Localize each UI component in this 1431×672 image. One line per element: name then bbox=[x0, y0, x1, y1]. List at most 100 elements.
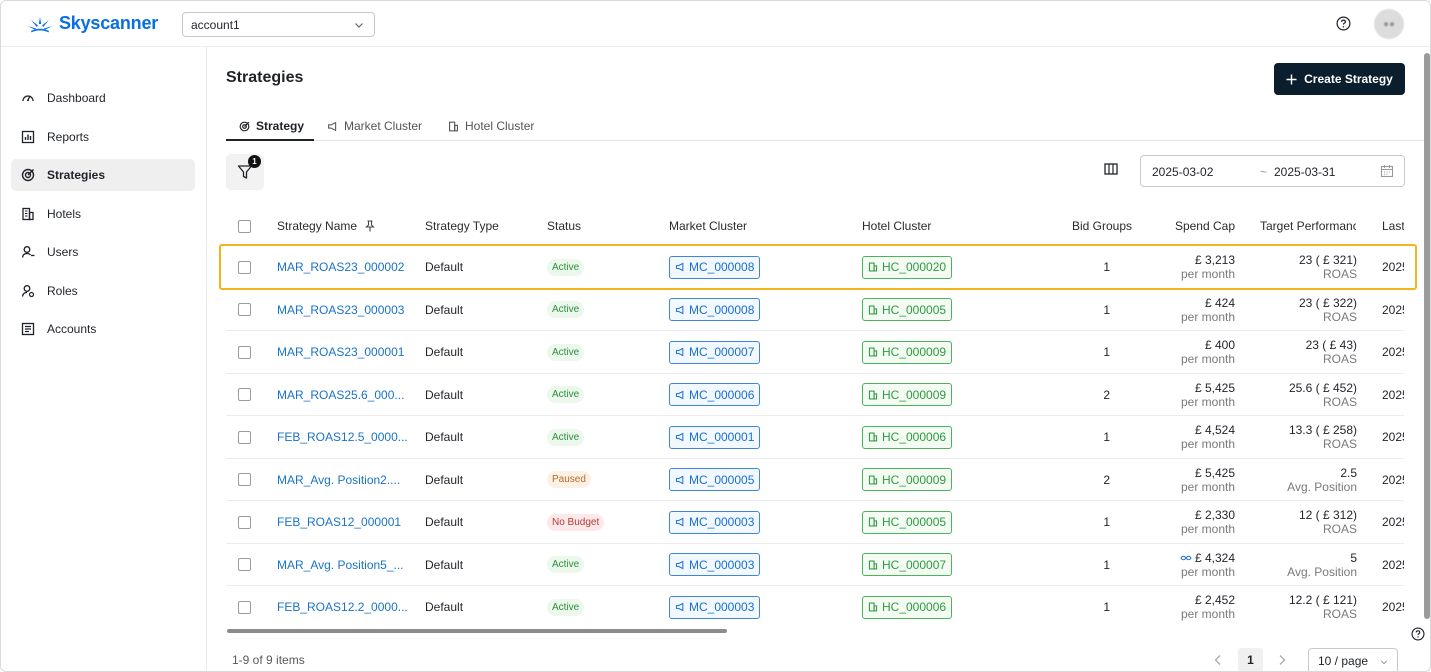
tab-hotel-cluster[interactable]: Hotel Cluster bbox=[448, 111, 534, 141]
user-avatar[interactable]: ●● bbox=[1374, 9, 1404, 39]
row-checkbox[interactable] bbox=[238, 430, 251, 444]
market-cluster-tag[interactable]: MC_000003 bbox=[669, 553, 761, 576]
sidebar-item-roles[interactable]: Roles bbox=[11, 275, 195, 307]
row-checkbox[interactable] bbox=[238, 388, 251, 401]
column-header-last[interactable]: Last bbox=[1382, 205, 1404, 247]
sidebar-item-users[interactable]: Users bbox=[11, 236, 195, 268]
column-header-strategy-type[interactable]: Strategy Type bbox=[425, 205, 499, 247]
hotel-cluster-tag[interactable]: HC_000009 bbox=[862, 383, 953, 406]
row-checkbox[interactable] bbox=[238, 345, 251, 359]
chevron-right-icon[interactable] bbox=[1275, 653, 1289, 667]
megaphone-icon bbox=[675, 475, 684, 484]
market-cluster-tag[interactable]: MC_000001 bbox=[669, 425, 761, 449]
last-updated: 2025 bbox=[1382, 302, 1404, 317]
hotel-cluster-cell: HC_000007 bbox=[862, 544, 953, 586]
column-header-bid-groups[interactable]: Bid Groups bbox=[1056, 205, 1132, 247]
strategy-name-link[interactable]: FEB_ROAS12.2_0000... bbox=[277, 586, 408, 628]
strategies-icon bbox=[21, 168, 35, 182]
strategy-name-link[interactable]: MAR_Avg. Position5_... bbox=[277, 544, 404, 586]
create-strategy-button[interactable]: Create Strategy bbox=[1274, 63, 1405, 95]
market-cluster-tag[interactable]: MC_000005 bbox=[669, 468, 761, 491]
sidebar-item-reports[interactable]: Reports bbox=[11, 121, 195, 153]
strategy-name-link[interactable]: FEB_ROAS12.5_0000... bbox=[277, 416, 408, 458]
select-all-checkbox[interactable] bbox=[238, 219, 251, 233]
spend-cap-cell: £ 3,213 per month bbox=[1126, 246, 1235, 288]
row-checkbox[interactable] bbox=[238, 303, 251, 316]
market-cluster-tag[interactable]: MC_000003 bbox=[669, 510, 761, 534]
hotel-cluster-cell: HC_000005 bbox=[862, 501, 953, 543]
hotel-cluster-tag[interactable]: HC_000005 bbox=[862, 510, 953, 534]
strategy-name-link[interactable]: MAR_ROAS25.6_000... bbox=[277, 374, 404, 416]
status-cell: Active bbox=[547, 586, 585, 628]
columns-icon[interactable] bbox=[1104, 163, 1118, 175]
tab-strategy[interactable]: Strategy bbox=[239, 111, 304, 141]
hotel-cluster-cell: HC_000009 bbox=[862, 331, 953, 373]
column-header-hotel-cluster[interactable]: Hotel Cluster bbox=[862, 205, 931, 247]
pin-icon[interactable] bbox=[365, 220, 375, 232]
date-end[interactable]: 2025-03-31 bbox=[1274, 165, 1335, 179]
table-row[interactable]: MAR_ROAS23_000002 Default Active MC_000008 H… bbox=[226, 245, 1404, 287]
tab-market-cluster[interactable]: Market Cluster bbox=[327, 111, 422, 141]
strategy-name-link[interactable]: FEB_ROAS12_000001 bbox=[277, 501, 401, 543]
page-number-button[interactable]: 1 bbox=[1238, 648, 1263, 671]
table-row[interactable]: FEB_ROAS12_000001 Default No Budget MC_0000… bbox=[226, 500, 1404, 542]
table-row[interactable]: FEB_ROAS12.5_0000... Default Active MC_0000… bbox=[226, 415, 1404, 457]
last-updated: 2025 bbox=[1382, 472, 1404, 487]
spend-cap-value: £ 4,324 bbox=[1194, 550, 1235, 565]
hotel-cluster-tag[interactable]: HC_000005 bbox=[862, 298, 953, 321]
spend-cap-value: £ 2,452 bbox=[1194, 593, 1235, 607]
help-float-icon[interactable] bbox=[1411, 627, 1425, 641]
column-header-spend-cap[interactable]: Spend Cap bbox=[1156, 205, 1235, 247]
target-metric: ROAS bbox=[1322, 522, 1357, 536]
market-cluster-tag[interactable]: MC_000003 bbox=[669, 595, 761, 619]
account-select[interactable]: account1 bbox=[182, 12, 375, 37]
sidebar-item-accounts[interactable]: Accounts bbox=[11, 313, 195, 345]
hotel-cluster-tag[interactable]: HC_000006 bbox=[862, 595, 953, 619]
horizontal-scrollbar[interactable] bbox=[227, 629, 727, 633]
vertical-scrollbar[interactable] bbox=[1424, 53, 1430, 619]
strategy-name-link[interactable]: MAR_ROAS23_000002 bbox=[277, 246, 404, 288]
hotel-cluster-tag[interactable]: HC_000006 bbox=[862, 425, 953, 449]
market-cluster-tag[interactable]: MC_000008 bbox=[669, 298, 761, 321]
hotel-cluster-id: HC_000006 bbox=[882, 430, 947, 444]
table-row[interactable]: MAR_Avg. Position2.... Default Paused MC_00… bbox=[226, 457, 1404, 501]
hotel-cluster-tag[interactable]: HC_000009 bbox=[862, 468, 953, 491]
column-header-status[interactable]: Status bbox=[547, 205, 581, 247]
table-row[interactable]: MAR_Avg. Position5_... Default Active MC_00… bbox=[226, 542, 1404, 586]
chevron-left-icon[interactable] bbox=[1211, 653, 1225, 667]
table-row[interactable]: MAR_ROAS23_000003 Default Active MC_000008 H… bbox=[226, 287, 1404, 331]
market-cluster-tag[interactable]: MC_000007 bbox=[669, 340, 761, 364]
help-icon[interactable] bbox=[1336, 16, 1351, 31]
row-checkbox[interactable] bbox=[238, 558, 251, 571]
row-checkbox[interactable] bbox=[238, 473, 251, 486]
strategy-name-link[interactable]: MAR_ROAS23_000003 bbox=[277, 289, 404, 331]
sidebar-item-strategies[interactable]: Strategies bbox=[11, 159, 195, 191]
hotel-cluster-tag[interactable]: HC_000020 bbox=[862, 255, 953, 279]
hotel-cluster-tag[interactable]: HC_000009 bbox=[862, 340, 953, 364]
table-row[interactable]: MAR_ROAS23_000001 Default Active MC_000007 H… bbox=[226, 330, 1404, 372]
row-checkbox[interactable] bbox=[238, 600, 251, 614]
strategy-name-link[interactable]: MAR_Avg. Position2.... bbox=[277, 459, 400, 501]
select-all-cell bbox=[238, 205, 251, 247]
date-start[interactable]: 2025-03-02 bbox=[1152, 165, 1213, 179]
hotel-cluster-cell: HC_000020 bbox=[862, 246, 953, 288]
accounts-icon bbox=[21, 322, 35, 336]
column-header-market-cluster[interactable]: Market Cluster bbox=[669, 205, 747, 247]
page-size-select[interactable]: 10 / page bbox=[1308, 648, 1398, 671]
hotel-cluster-id: HC_000009 bbox=[882, 387, 947, 402]
column-header-strategy-name[interactable]: Strategy Name bbox=[277, 205, 375, 247]
status-badge: Active bbox=[547, 386, 585, 403]
sidebar-item-hotels[interactable]: Hotels bbox=[11, 198, 195, 230]
skyscanner-logo[interactable]: Skyscanner bbox=[27, 13, 158, 34]
strategy-name-link[interactable]: MAR_ROAS23_000001 bbox=[277, 331, 404, 373]
table-row[interactable]: FEB_ROAS12.2_0000... Default Active MC_0000… bbox=[226, 585, 1404, 627]
sidebar-item-dashboard[interactable]: Dashboard bbox=[11, 82, 195, 114]
row-checkbox[interactable] bbox=[238, 260, 251, 274]
row-checkbox[interactable] bbox=[238, 515, 251, 529]
market-cluster-tag[interactable]: MC_000006 bbox=[669, 383, 761, 406]
market-cluster-tag[interactable]: MC_000008 bbox=[669, 255, 761, 279]
date-range-picker[interactable]: 2025-03-02 ~ 2025-03-31 bbox=[1140, 155, 1405, 187]
hotel-cluster-tag[interactable]: HC_000007 bbox=[862, 553, 953, 576]
table-row[interactable]: MAR_ROAS25.6_000... Default Active MC_00000… bbox=[226, 372, 1404, 416]
column-header-target-performance[interactable]: Target Performanc bbox=[1260, 205, 1356, 247]
